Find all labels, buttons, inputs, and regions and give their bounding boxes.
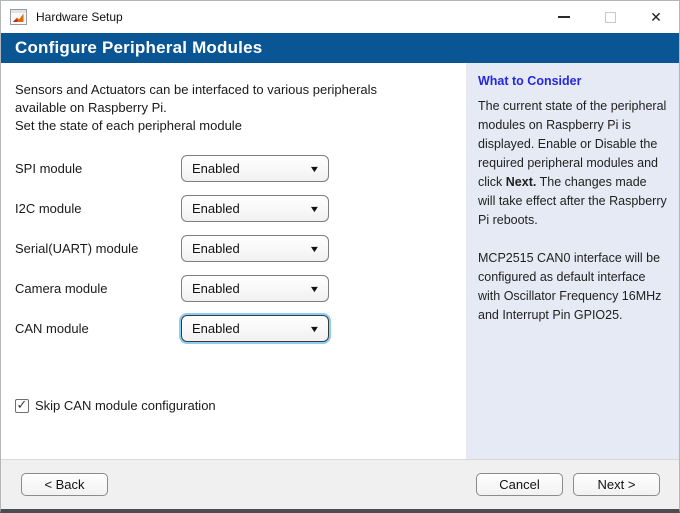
serial-uart-module-label: Serial(UART) module: [15, 241, 181, 256]
module-row-i2c: I2C module Enabled ▼: [15, 195, 466, 222]
checkmark-icon: ✓: [17, 398, 28, 411]
minimize-button[interactable]: [541, 1, 587, 33]
chevron-down-icon: ▼: [309, 164, 321, 174]
chevron-down-icon: ▼: [309, 324, 321, 334]
sidebar-heading: What to Consider: [478, 74, 667, 88]
back-button[interactable]: < Back: [21, 473, 108, 496]
intro-text: Sensors and Actuators can be interfaced …: [15, 81, 466, 135]
spi-module-dropdown[interactable]: Enabled ▼: [181, 155, 329, 182]
page-title: Configure Peripheral Modules: [15, 38, 262, 58]
chevron-down-icon: ▼: [309, 204, 321, 214]
module-row-camera: Camera module Enabled ▼: [15, 275, 466, 302]
camera-module-label: Camera module: [15, 281, 181, 296]
matlab-logo-icon: [10, 9, 27, 25]
window-title: Hardware Setup: [36, 10, 123, 24]
dropdown-value: Enabled: [192, 241, 310, 256]
can-module-dropdown[interactable]: Enabled ▼: [181, 315, 329, 342]
main-panel: Sensors and Actuators can be interfaced …: [1, 63, 466, 459]
sidebar-bold-next: Next.: [506, 175, 537, 189]
hardware-setup-window: Hardware Setup ✕ Configure Peripheral Mo…: [0, 0, 680, 513]
i2c-module-label: I2C module: [15, 201, 181, 216]
sidebar-paragraph-1: The current state of the peripheral modu…: [478, 97, 667, 230]
skip-can-checkbox-label: Skip CAN module configuration: [35, 398, 216, 413]
sidebar-paragraph-2: MCP2515 CAN0 interface will be configure…: [478, 249, 667, 325]
help-sidebar: What to Consider The current state of th…: [466, 63, 679, 459]
serial-uart-module-dropdown[interactable]: Enabled ▼: [181, 235, 329, 262]
page-header: Configure Peripheral Modules: [1, 33, 679, 63]
module-row-serial-uart: Serial(UART) module Enabled ▼: [15, 235, 466, 262]
intro-line: available on Raspberry Pi.: [15, 99, 466, 117]
spi-module-label: SPI module: [15, 161, 181, 176]
next-button[interactable]: Next >: [573, 473, 660, 496]
window-controls: ✕: [541, 1, 679, 33]
maximize-icon: [605, 12, 616, 23]
title-bar: Hardware Setup ✕: [1, 1, 679, 33]
close-icon: ✕: [650, 10, 662, 24]
close-button[interactable]: ✕: [633, 1, 679, 33]
module-row-can: CAN module Enabled ▼: [15, 315, 466, 342]
skip-can-checkbox-row: ✓ Skip CAN module configuration: [15, 398, 466, 413]
module-rows: SPI module Enabled ▼ I2C module Enabled …: [15, 155, 466, 342]
dropdown-value: Enabled: [192, 201, 310, 216]
intro-line: Sensors and Actuators can be interfaced …: [15, 81, 466, 99]
dropdown-value: Enabled: [192, 281, 310, 296]
body: Sensors and Actuators can be interfaced …: [1, 63, 679, 459]
skip-can-checkbox[interactable]: ✓: [15, 399, 29, 413]
module-row-spi: SPI module Enabled ▼: [15, 155, 466, 182]
minimize-icon: [558, 16, 570, 18]
can-module-label: CAN module: [15, 321, 181, 336]
intro-line: Set the state of each peripheral module: [15, 117, 466, 135]
i2c-module-dropdown[interactable]: Enabled ▼: [181, 195, 329, 222]
footer-bar: < Back Cancel Next >: [1, 459, 679, 509]
dropdown-value: Enabled: [192, 161, 310, 176]
camera-module-dropdown[interactable]: Enabled ▼: [181, 275, 329, 302]
dropdown-value: Enabled: [192, 321, 310, 336]
cancel-button[interactable]: Cancel: [476, 473, 563, 496]
chevron-down-icon: ▼: [309, 244, 321, 254]
maximize-button[interactable]: [587, 1, 633, 33]
chevron-down-icon: ▼: [309, 284, 321, 294]
